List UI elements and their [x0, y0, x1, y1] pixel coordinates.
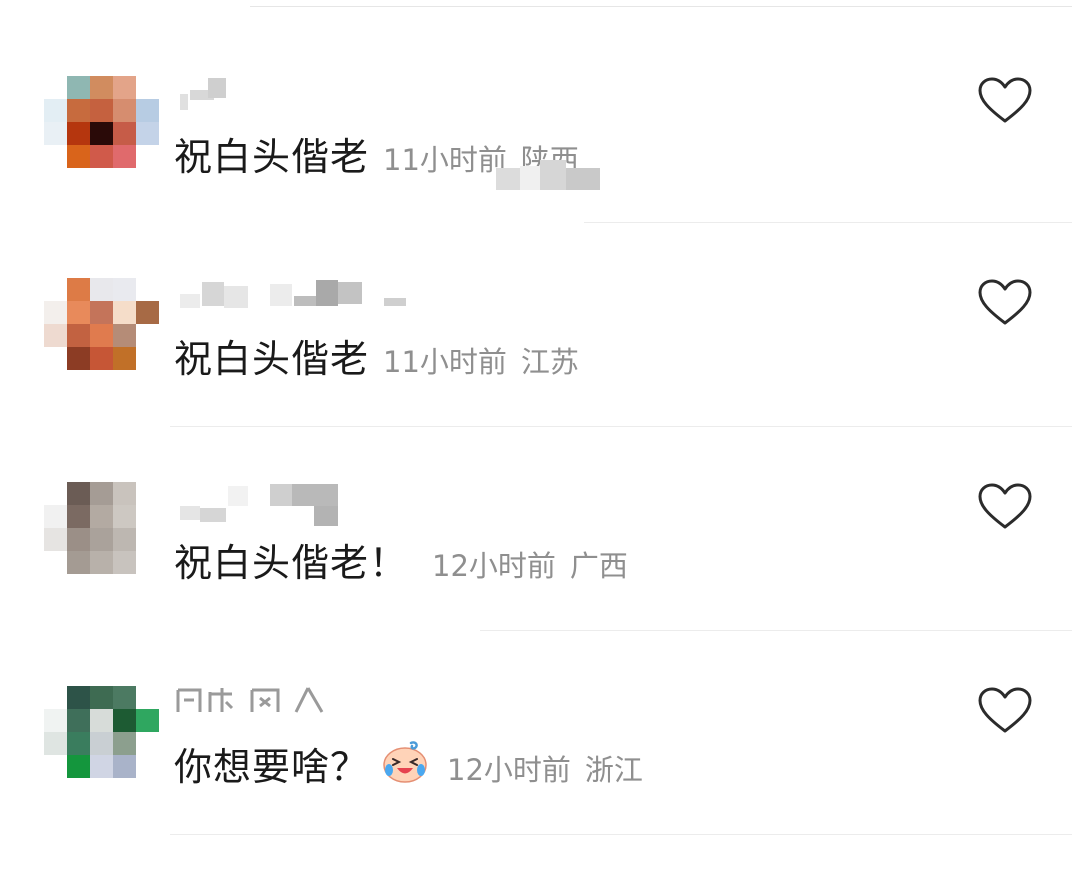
comment-time: 12小时前 — [432, 549, 556, 583]
comment-item[interactable]: 祝白头偕老！ 12小时前 广西 — [0, 482, 1072, 686]
mosaic-overlay — [566, 168, 600, 190]
comment-item[interactable]: 祝白头偕老 11小时前 江苏 — [0, 278, 1072, 482]
comment-text: 祝白头偕老 — [174, 337, 370, 381]
divider — [584, 222, 1072, 223]
top-divider — [250, 6, 1072, 7]
divider — [480, 630, 1072, 631]
comment-item[interactable]: 你想要啥？ 12小时前 浙江 — [0, 686, 1072, 890]
username-blurred-glyphs — [176, 687, 324, 713]
comment-meta: 12小时前 广西 — [432, 543, 628, 585]
comment-body: 你想要啥？ 12小时前 浙江 — [174, 736, 643, 789]
mosaic-overlay — [496, 168, 520, 190]
avatar[interactable] — [44, 278, 159, 370]
like-heart-icon[interactable] — [977, 76, 1033, 126]
avatar[interactable] — [44, 76, 159, 168]
comment-location: 浙江 — [584, 753, 643, 787]
comment-item[interactable]: 祝白头偕老 11小时前陕西 — [0, 76, 1072, 280]
username-blurred[interactable] — [178, 76, 438, 116]
username-blurred[interactable] — [178, 482, 438, 526]
avatar[interactable] — [44, 482, 159, 574]
like-heart-icon[interactable] — [977, 482, 1033, 532]
comment-meta: 11小时前 江苏 — [383, 339, 579, 381]
comment-body: 祝白头偕老 11小时前 江苏 — [174, 328, 579, 381]
comment-time: 11小时前 — [383, 345, 507, 379]
username-blurred[interactable] — [176, 686, 436, 714]
username-blurred[interactable] — [178, 278, 438, 318]
comment-time: 12小时前 — [447, 753, 571, 787]
comment-meta: 12小时前 浙江 — [447, 747, 643, 789]
crying-laughing-baby-emoji-icon — [383, 741, 427, 783]
avatar[interactable] — [44, 686, 159, 778]
like-heart-icon[interactable] — [977, 686, 1033, 736]
comment-body: 祝白头偕老！ 12小时前 广西 — [174, 532, 628, 585]
comment-location: 江苏 — [520, 345, 579, 379]
mosaic-overlay — [520, 166, 540, 190]
mosaic-overlay — [540, 160, 566, 190]
divider — [170, 834, 1072, 835]
comment-time: 11小时前 — [383, 143, 507, 177]
divider — [170, 426, 1072, 427]
comment-text: 祝白头偕老 — [174, 135, 370, 179]
comment-text: 祝白头偕老！ — [174, 541, 409, 585]
comment-text: 你想要啥？ — [174, 745, 370, 789]
comment-location: 广西 — [569, 549, 628, 583]
like-heart-icon[interactable] — [977, 278, 1033, 328]
